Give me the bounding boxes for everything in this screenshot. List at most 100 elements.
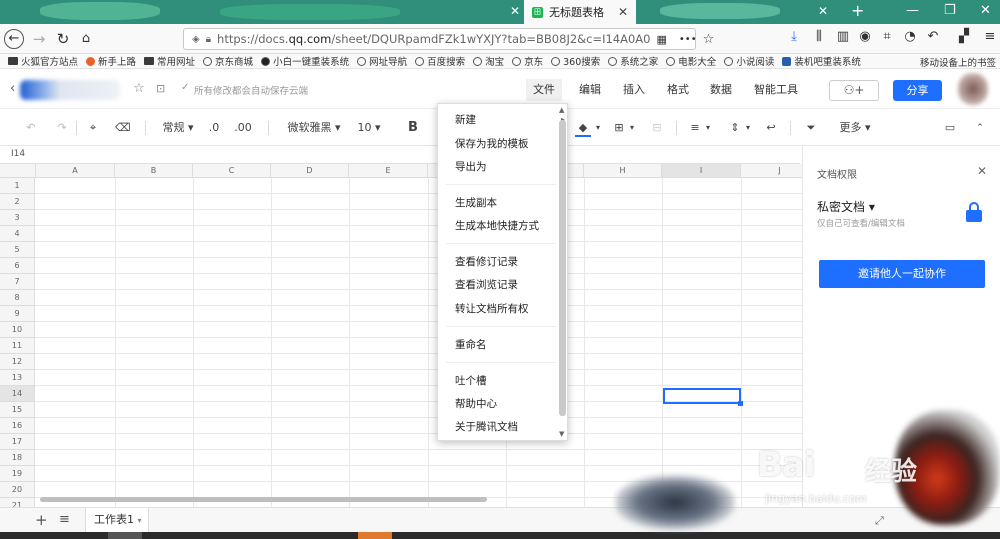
- chevron-down-icon[interactable]: ▾: [138, 516, 142, 525]
- row-header[interactable]: 18: [0, 450, 35, 466]
- borders-icon[interactable]: ⊞: [612, 119, 626, 137]
- forward-icon[interactable]: →: [29, 29, 49, 49]
- row-header[interactable]: 1: [0, 178, 35, 194]
- row-header[interactable]: 4: [0, 226, 35, 242]
- menu-insert[interactable]: 插入: [616, 79, 652, 101]
- select-all-corner[interactable]: [0, 164, 36, 178]
- align-icon[interactable]: ≡: [688, 119, 702, 137]
- comment-icon[interactable]: ▭: [943, 119, 957, 137]
- vertical-align-icon[interactable]: ⇕: [728, 119, 742, 137]
- chevron-down-icon[interactable]: ▾: [594, 119, 602, 137]
- sidebar-icon[interactable]: ▥: [835, 29, 851, 45]
- close-tab-icon[interactable]: ✕: [818, 4, 828, 18]
- spreadsheet-grid[interactable]: A B C D E F G H I J 12345678910111213141…: [0, 164, 802, 507]
- menu-item-view-history[interactable]: 查看浏览记录: [455, 275, 555, 295]
- redo-icon[interactable]: ↷: [55, 119, 69, 137]
- row-header[interactable]: 3: [0, 210, 35, 226]
- undo-icon[interactable]: ↶: [925, 29, 941, 45]
- clear-format-icon[interactable]: ⌫: [115, 119, 131, 137]
- menu-file[interactable]: 文件: [526, 79, 562, 101]
- menu-item-duplicate[interactable]: 生成副本: [455, 193, 555, 213]
- menu-edit[interactable]: 编辑: [572, 79, 608, 101]
- menu-item-create-shortcut[interactable]: 生成本地快捷方式: [455, 216, 555, 236]
- number-format-select[interactable]: 常规 ▾: [160, 119, 196, 137]
- minimize-icon[interactable]: —: [906, 3, 919, 18]
- row-header[interactable]: 17: [0, 434, 35, 450]
- row-header[interactable]: 10: [0, 322, 35, 338]
- invite-collaborators-button[interactable]: 邀请他人一起协作: [819, 260, 985, 288]
- cell-name-box[interactable]: I14: [11, 149, 25, 159]
- column-header[interactable]: I: [662, 164, 741, 178]
- fullscreen-icon[interactable]: ⤢: [875, 514, 884, 528]
- horizontal-scrollbar[interactable]: [40, 497, 487, 502]
- menu-scroll-thumb[interactable]: [559, 120, 566, 416]
- bookmark-item[interactable]: 京东商城: [203, 54, 253, 68]
- column-header[interactable]: J: [741, 164, 802, 178]
- format-painter-icon[interactable]: ⌖: [86, 119, 100, 137]
- chat-icon[interactable]: ◔: [902, 29, 918, 45]
- formula-bar[interactable]: I14: [0, 146, 800, 164]
- undo-icon[interactable]: ↶: [24, 119, 38, 137]
- bookmark-item[interactable]: 火狐官方站点: [8, 54, 78, 68]
- merge-cells-icon[interactable]: ⊟: [650, 119, 664, 137]
- collapse-toolbar-icon[interactable]: ⌃: [975, 119, 985, 137]
- maximize-icon[interactable]: ❐: [944, 3, 956, 18]
- row-header[interactable]: 19: [0, 466, 35, 482]
- bookmark-item[interactable]: 淘宝: [473, 54, 504, 68]
- menu-item-help-center[interactable]: 帮助中心: [455, 394, 555, 414]
- menu-item-rename[interactable]: 重命名: [455, 335, 555, 355]
- menu-item-feedback[interactable]: 吐个槽: [455, 371, 555, 391]
- bookmark-item[interactable]: 京东: [512, 54, 543, 68]
- menu-item-about[interactable]: 关于腾讯文档: [455, 417, 555, 437]
- account-icon[interactable]: ◉: [857, 29, 873, 45]
- column-header[interactable]: A: [36, 164, 115, 178]
- menu-item-save-template[interactable]: 保存为我的模板: [455, 134, 555, 154]
- extensions-icon[interactable]: ▞: [956, 29, 972, 45]
- menu-icon[interactable]: ≡: [982, 29, 998, 45]
- column-header[interactable]: C: [193, 164, 271, 178]
- share-button[interactable]: 分享: [893, 80, 942, 101]
- chevron-down-icon[interactable]: ▾: [628, 119, 636, 137]
- more-tools-button[interactable]: 更多 ▾: [838, 119, 872, 137]
- sheet-tab[interactable]: 工作表1 ▾: [85, 508, 149, 533]
- font-family-select[interactable]: 微软雅黑 ▾: [286, 119, 342, 137]
- chevron-up-icon[interactable]: ▲: [559, 106, 564, 114]
- close-tab-icon[interactable]: ✕: [618, 5, 628, 19]
- chevron-down-icon[interactable]: ▾: [704, 119, 712, 137]
- column-header[interactable]: H: [584, 164, 662, 178]
- column-header[interactable]: B: [115, 164, 193, 178]
- row-header[interactable]: 9: [0, 306, 35, 322]
- close-window-icon[interactable]: ✕: [980, 3, 991, 18]
- row-header[interactable]: 14: [0, 386, 35, 402]
- close-panel-icon[interactable]: ✕: [977, 164, 987, 178]
- home-icon[interactable]: ⌂: [76, 29, 96, 49]
- filter-icon[interactable]: ⏷: [804, 119, 818, 137]
- menu-format[interactable]: 格式: [660, 79, 696, 101]
- bookmark-star-icon[interactable]: ☆: [703, 32, 715, 47]
- privacy-level-select[interactable]: 私密文档 ▾: [817, 198, 875, 215]
- menu-scrollbar[interactable]: ▲ ▼: [559, 106, 566, 438]
- chevron-down-icon[interactable]: ▼: [559, 430, 564, 438]
- row-header[interactable]: 21: [0, 498, 35, 507]
- bookmark-item[interactable]: 360搜索: [551, 54, 600, 68]
- selected-cell[interactable]: [663, 388, 743, 406]
- add-collaborator-button[interactable]: ⚇+: [829, 80, 879, 101]
- mobile-bookmarks[interactable]: 移动设备上的书签: [916, 54, 996, 68]
- bookmark-item[interactable]: 网址导航: [357, 54, 407, 68]
- fill-color-icon[interactable]: ◆: [575, 119, 591, 137]
- row-header[interactable]: 5: [0, 242, 35, 258]
- menu-item-export[interactable]: 导出为▸: [455, 157, 565, 177]
- download-icon[interactable]: ⤓: [786, 29, 802, 45]
- row-header[interactable]: 11: [0, 338, 35, 354]
- new-tab-icon[interactable]: +: [851, 1, 864, 20]
- close-tab-icon[interactable]: ✕: [510, 4, 520, 18]
- row-header[interactable]: 7: [0, 274, 35, 290]
- bookmark-item[interactable]: 小说阅读: [724, 54, 774, 68]
- column-header[interactable]: E: [349, 164, 428, 178]
- row-header[interactable]: 6: [0, 258, 35, 274]
- row-header[interactable]: 13: [0, 370, 35, 386]
- back-chevron-icon[interactable]: ‹: [10, 81, 15, 96]
- bookmark-item[interactable]: 新手上路: [86, 54, 136, 68]
- font-size-select[interactable]: 10 ▾: [356, 119, 382, 137]
- page-actions-icon[interactable]: •••: [679, 34, 697, 45]
